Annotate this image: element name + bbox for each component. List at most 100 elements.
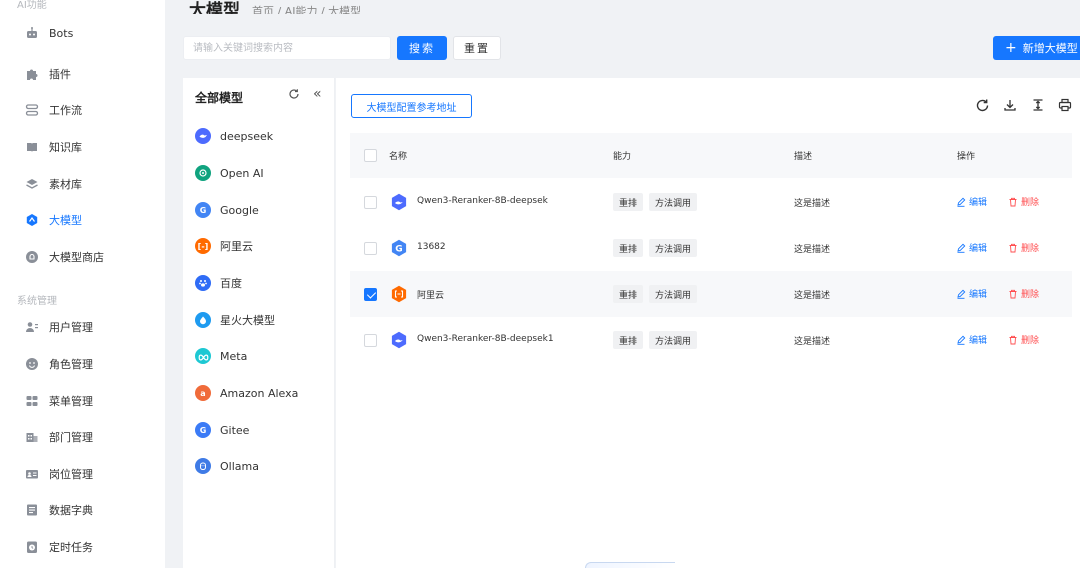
model-name: Qwen3-Reranker-8B-deepsek1: [417, 334, 554, 344]
model-item-gitee[interactable]: G Gitee: [195, 419, 249, 441]
sidebar-item-positions[interactable]: 岗位管理: [0, 459, 165, 489]
sidebar-item-knowledge[interactable]: 知识库: [0, 132, 165, 162]
model-item-deepseek[interactable]: deepseek: [195, 125, 273, 147]
sidebar-item-llm-store[interactable]: 大模型商店: [0, 242, 165, 272]
floating-tooltip-edge: [585, 562, 675, 568]
sidebar-item-label: 知识库: [49, 141, 82, 154]
row-checkbox[interactable]: [364, 196, 377, 209]
workflow-icon: [24, 102, 40, 118]
sidebar-item-users[interactable]: 用户管理: [0, 312, 165, 342]
ability-tag: 重排: [613, 331, 644, 349]
deepseek-icon: [195, 128, 211, 144]
edit-label: 编辑: [969, 336, 988, 346]
sidebar-item-label: 岗位管理: [49, 468, 93, 481]
model-item-openai[interactable]: Open AI: [195, 162, 264, 184]
sidebar-item-llm[interactable]: 大模型: [0, 205, 165, 235]
sidebar-group-system-title: 系统管理: [17, 296, 57, 307]
sidebar-item-departments[interactable]: 部门管理: [0, 422, 165, 452]
model-item-google[interactable]: G Google: [195, 199, 259, 221]
search-input[interactable]: [183, 36, 391, 60]
row-checkbox[interactable]: [364, 242, 377, 255]
delete-button[interactable]: 删除: [1008, 333, 1039, 346]
refresh-icon[interactable]: [288, 88, 300, 104]
id-card-icon: [24, 466, 40, 482]
refresh-icon[interactable]: [973, 96, 991, 114]
edit-button[interactable]: 编辑: [956, 241, 987, 254]
edit-label: 编辑: [969, 198, 988, 208]
row-checkbox[interactable]: [364, 334, 377, 347]
sidebar-item-label: 部门管理: [49, 431, 93, 444]
row-checkbox[interactable]: [364, 288, 377, 301]
ability-tag: 重排: [613, 285, 644, 303]
delete-label: 删除: [1021, 198, 1040, 208]
trash-icon: [1009, 335, 1017, 344]
model-description: 这是描述: [794, 291, 831, 301]
edit-icon: [957, 243, 966, 253]
model-description: 这是描述: [794, 245, 831, 255]
clock-icon: [24, 539, 40, 555]
sidebar-item-workflow[interactable]: 工作流: [0, 95, 165, 125]
google-icon: G: [391, 239, 407, 257]
sidebar-item-label: 素材库: [49, 178, 82, 191]
sidebar-item-plugins[interactable]: 插件: [0, 59, 165, 89]
reset-button[interactable]: 重置: [453, 36, 501, 60]
column-header-desc: 描述: [794, 152, 813, 162]
layers-icon: [24, 176, 40, 192]
gitee-icon: G: [195, 422, 211, 438]
model-item-label: Open AI: [220, 166, 264, 180]
table-row: G 13682 重排 方法调用 这是描述 编辑 删除: [350, 225, 1072, 271]
sidebar-item-label: 定时任务: [49, 541, 93, 554]
model-item-ollama[interactable]: Ollama: [195, 455, 259, 477]
model-item-label: Meta: [220, 349, 248, 363]
search-button[interactable]: 搜索: [397, 36, 447, 60]
sidebar-item-dictionary[interactable]: 数据字典: [0, 495, 165, 525]
download-icon[interactable]: [1001, 96, 1019, 114]
model-item-label: 星火大模型: [220, 314, 275, 327]
deepseek-icon: [391, 193, 407, 211]
column-height-icon[interactable]: [1029, 96, 1047, 114]
sidebar-item-label: 大模型: [49, 214, 82, 227]
model-item-aliyun[interactable]: [-] 阿里云: [195, 235, 253, 257]
delete-button[interactable]: 删除: [1008, 287, 1039, 300]
sidebar-item-label: 工作流: [49, 104, 82, 117]
sidebar-item-materials[interactable]: 素材库: [0, 169, 165, 199]
model-config-reference-button[interactable]: 大模型配置参考地址: [351, 94, 472, 118]
column-header-ability: 能力: [613, 152, 632, 162]
select-all-checkbox[interactable]: [364, 149, 377, 162]
trash-icon: [1009, 243, 1017, 252]
delete-button[interactable]: 删除: [1008, 241, 1039, 254]
model-description: 这是描述: [794, 199, 831, 209]
delete-button[interactable]: 删除: [1008, 195, 1039, 208]
plus-icon: +: [1005, 40, 1017, 56]
sidebar-item-scheduled-tasks[interactable]: 定时任务: [0, 532, 165, 562]
sidebar-item-menus[interactable]: 菜单管理: [0, 386, 165, 416]
collapse-icon[interactable]: «: [313, 86, 322, 102]
dictionary-icon: [24, 502, 40, 518]
model-item-baidu[interactable]: 百度: [195, 272, 242, 294]
print-icon[interactable]: [1056, 96, 1074, 114]
ability-tag: 方法调用: [649, 193, 698, 211]
edit-button[interactable]: 编辑: [956, 333, 987, 346]
model-item-spark[interactable]: 星火大模型: [195, 309, 275, 331]
table-row: Qwen3-Reranker-8B-deepsek 重排 方法调用 这是描述 编…: [350, 179, 1072, 225]
puzzle-icon: [24, 66, 40, 82]
model-item-amazon-alexa[interactable]: a Amazon Alexa: [195, 382, 298, 404]
edit-button[interactable]: 编辑: [956, 195, 987, 208]
sidebar-item-roles[interactable]: 角色管理: [0, 349, 165, 379]
ollama-icon: [195, 458, 211, 474]
sidebar-item-label: 插件: [49, 68, 71, 81]
model-name: 阿里云: [417, 291, 445, 301]
table-row: 阿里云 重排 方法调用 这是描述 编辑 删除: [350, 271, 1072, 317]
breadcrumb[interactable]: 首页 / AI能力 / 大模型: [252, 6, 361, 14]
model-name: 13682: [417, 242, 446, 252]
model-item-label: deepseek: [220, 129, 274, 143]
model-item-meta[interactable]: Meta: [195, 345, 247, 367]
role-icon: [24, 356, 40, 372]
add-model-button[interactable]: + 新增大模型: [993, 36, 1080, 60]
table-row: Qwen3-Reranker-8B-deepsek1 重排 方法调用 这是描述 …: [350, 317, 1072, 363]
book-icon: [24, 139, 40, 155]
openai-icon: [195, 165, 211, 181]
ability-tag: 方法调用: [649, 285, 698, 303]
edit-button[interactable]: 编辑: [956, 287, 987, 300]
sidebar-item-bots[interactable]: Bots: [0, 18, 165, 48]
